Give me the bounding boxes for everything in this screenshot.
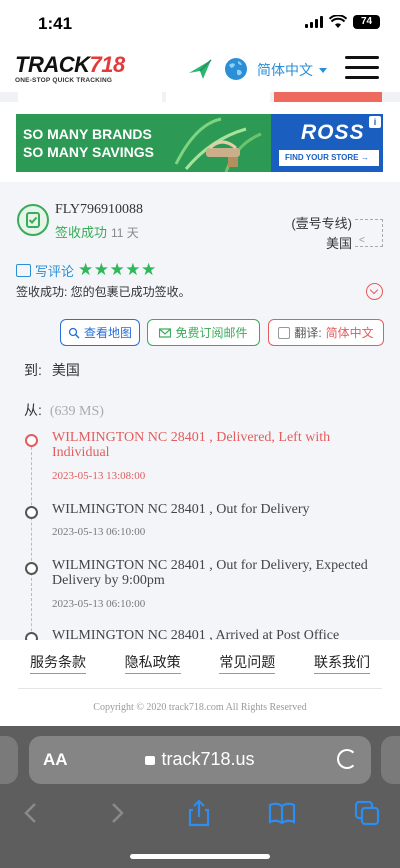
package-icon: [17, 204, 49, 236]
site-header: TRACK718 ONE-STOP QUICK TRACKING 简体中文: [0, 46, 400, 92]
browser-toolbar: AA track718.us: [0, 726, 400, 868]
faq-link[interactable]: 常见问题: [219, 652, 276, 674]
home-indicator: [130, 854, 270, 859]
footer-links: 服务条款 隐私政策 常见问题 联系我们: [30, 652, 370, 674]
hamburger-menu-icon[interactable]: [345, 56, 379, 82]
destination-row: 到: 美国: [24, 362, 80, 378]
privacy-link[interactable]: 隐私政策: [124, 652, 181, 674]
origin-row: 从: (639 MS): [24, 402, 104, 419]
ad-brand: ROSS: [301, 121, 365, 144]
language-label: 简体中文: [257, 62, 313, 78]
reload-icon[interactable]: [337, 749, 357, 769]
view-map-button[interactable]: 查看地图: [60, 319, 140, 346]
tabs-icon[interactable]: [352, 798, 382, 828]
tracking-number: FLY796910088: [55, 202, 144, 217]
next-tab-preview[interactable]: [381, 736, 400, 784]
sign-description: 签收成功: 您的包裹已成功签收。: [16, 285, 191, 299]
subscribe-email-button[interactable]: 免费订阅邮件: [147, 319, 260, 346]
logo-number: 718: [89, 52, 126, 77]
review-row[interactable]: 写评论 ★★★★★: [16, 260, 157, 280]
globe-icon[interactable]: [224, 57, 248, 81]
mail-icon: [159, 327, 172, 338]
days-elapsed: 11 天: [111, 226, 139, 240]
cropped-tabs-strip: [0, 92, 400, 102]
url-display[interactable]: track718.us: [29, 749, 371, 770]
ad-banner[interactable]: SO MANY BRANDS SO MANY SAVINGS ROSS FIND…: [16, 114, 383, 172]
ad-headline: SO MANY BRANDS SO MANY SAVINGS: [23, 126, 154, 160]
translate-label: 翻译:: [294, 326, 322, 340]
expand-icon[interactable]: [366, 283, 383, 300]
status-text: 签收成功: [55, 225, 108, 240]
carrier-info: (壹号专线) 美国: [291, 214, 352, 254]
language-select[interactable]: 简体中文: [257, 60, 327, 80]
status-icons: 74: [305, 15, 380, 29]
lock-icon: [145, 756, 156, 765]
status-dot-icon: [25, 562, 38, 575]
chevron-down-icon: [319, 67, 327, 73]
site-footer: 服务条款 隐私政策 常见问题 联系我们 Copyright © 2020 tra…: [0, 640, 400, 726]
copyright: Copyright © 2020 track718.com All Rights…: [93, 702, 307, 713]
battery-icon: 74: [353, 15, 380, 29]
share-icon[interactable]: [184, 798, 214, 828]
footer-divider: [18, 688, 382, 689]
translate-checkbox[interactable]: [278, 326, 291, 339]
terms-link[interactable]: 服务条款: [30, 652, 86, 674]
browser-nav: [0, 794, 400, 834]
destination-country: 美国: [325, 236, 352, 251]
translate-toggle[interactable]: 翻译: 简体中文: [268, 319, 384, 346]
bookmarks-icon[interactable]: [267, 798, 297, 828]
ad-cta-button[interactable]: FIND YOUR STORE →: [279, 150, 379, 166]
map-search-icon: [68, 327, 80, 339]
status-dot-icon: [25, 506, 38, 519]
address-bar[interactable]: AA track718.us: [29, 736, 371, 784]
logo-tagline: ONE-STOP QUICK TRACKING: [15, 77, 113, 84]
back-icon[interactable]: [16, 798, 46, 828]
translate-language: 简体中文: [325, 326, 374, 340]
contact-link[interactable]: 联系我们: [313, 652, 370, 674]
previous-tab-preview[interactable]: [0, 736, 18, 784]
rating-stars[interactable]: ★★★★★: [78, 260, 157, 280]
ad-area: SO MANY BRANDS SO MANY SAVINGS ROSS FIND…: [0, 102, 400, 182]
comment-icon: [16, 263, 31, 277]
logo[interactable]: TRACK718 ONE-STOP QUICK TRACKING: [15, 52, 126, 85]
ad-info-icon[interactable]: i: [369, 116, 381, 128]
forward-icon[interactable]: [102, 798, 132, 828]
arrow-left-icon: <: [359, 235, 365, 246]
status-bar: 1:41 74: [0, 0, 400, 46]
cellular-signal-icon: [305, 16, 323, 28]
plane-icon[interactable]: [186, 55, 214, 83]
write-review-link[interactable]: 写评论: [35, 261, 74, 280]
ad-sandal-image: [174, 117, 262, 172]
status-line: 签收成功 11 天: [55, 222, 139, 241]
status-dot-icon: [25, 434, 38, 447]
wifi-icon: [329, 15, 347, 28]
clock: 1:41: [38, 14, 73, 33]
logo-track: TRACK: [15, 52, 90, 77]
carrier-name: (壹号专线): [291, 216, 352, 231]
